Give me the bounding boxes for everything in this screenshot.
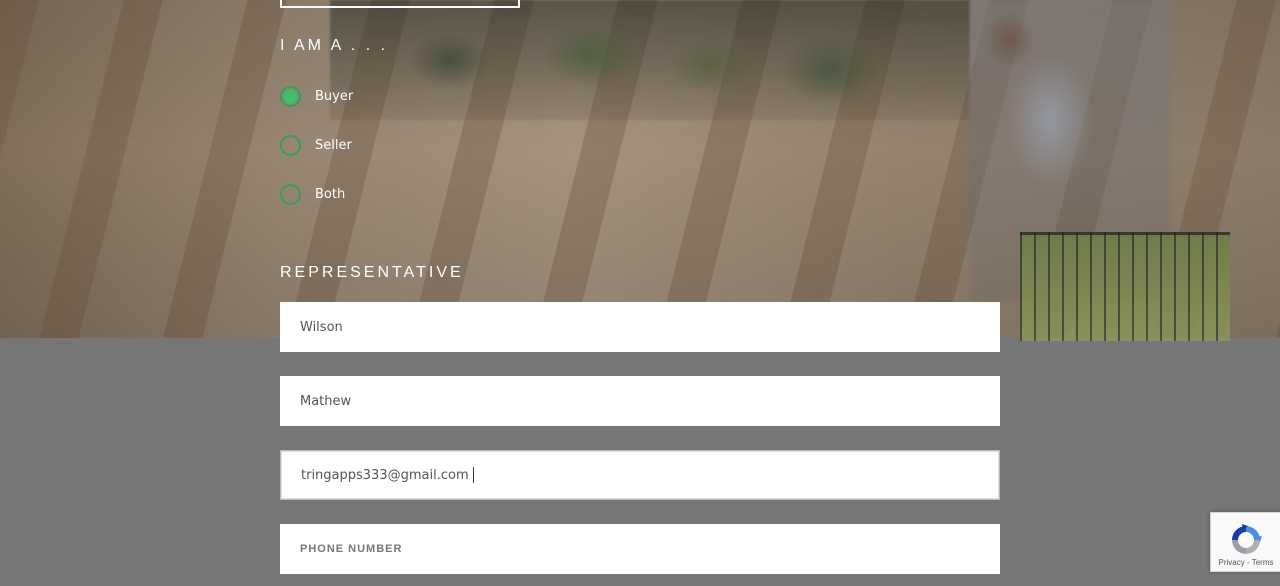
role-option-seller[interactable]: Seller: [280, 132, 352, 158]
recaptcha-logo-icon: [1232, 524, 1262, 554]
radio-checked-icon[interactable]: [280, 85, 301, 107]
seedling-tray-image: [1020, 232, 1230, 341]
role-option-label: Seller: [315, 137, 352, 153]
phone-number-input[interactable]: PHONE NUMBER: [280, 524, 1000, 574]
page: I AM A . . . Buyer Seller Both REPRESENT…: [0, 0, 1280, 586]
recaptcha-badge[interactable]: Privacy - Terms: [1210, 512, 1280, 572]
representative-section-label: REPRESENTATIVE: [280, 264, 464, 281]
hero-background-photo: [0, 0, 1280, 341]
email-value: tringapps333@gmail.com: [301, 467, 469, 483]
phone-number-placeholder: PHONE NUMBER: [300, 543, 403, 555]
text-cursor: [472, 467, 474, 483]
role-option-label: Buyer: [315, 88, 354, 104]
role-option-both[interactable]: Both: [280, 181, 345, 207]
field-workers-image: [330, 0, 970, 120]
role-option-buyer[interactable]: Buyer: [280, 83, 353, 109]
email-input[interactable]: tringapps333@gmail.com: [280, 450, 1000, 500]
role-section-label: I AM A . . .: [280, 37, 389, 54]
recaptcha-terms-link[interactable]: Privacy - Terms: [1211, 558, 1280, 567]
last-name-value: Wilson: [300, 319, 343, 335]
first-name-value: Mathew: [300, 393, 352, 409]
previous-input-field[interactable]: [280, 0, 520, 8]
radio-unchecked-icon[interactable]: [280, 183, 301, 205]
radio-unchecked-icon[interactable]: [280, 134, 301, 156]
last-name-input[interactable]: Wilson: [280, 302, 1000, 352]
first-name-input[interactable]: Mathew: [280, 376, 1000, 426]
role-option-label: Both: [315, 186, 346, 202]
